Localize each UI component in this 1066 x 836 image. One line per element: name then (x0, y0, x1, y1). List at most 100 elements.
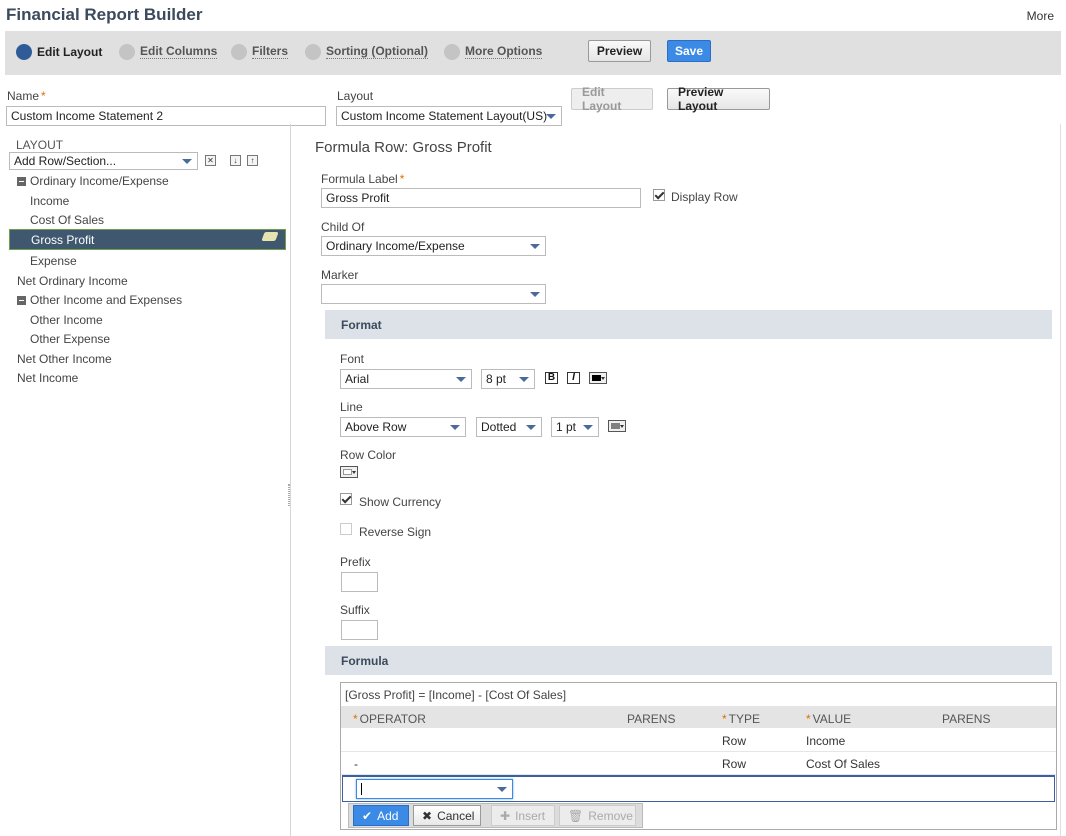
tree-item-expense[interactable]: Expense (30, 254, 77, 268)
row-value: Income (806, 734, 846, 748)
add-button[interactable]: ✔ Add (353, 805, 409, 826)
show-currency-label: Show Currency (359, 495, 442, 509)
marker-select[interactable] (321, 284, 546, 304)
tree-item-other-expense[interactable]: Other Expense (30, 332, 110, 346)
check-icon: ✔ (362, 808, 373, 823)
step-sorting[interactable]: Sorting (Optional) (305, 41, 428, 63)
preview-layout-button[interactable]: Preview Layout (667, 85, 770, 113)
italic-button[interactable]: I (567, 372, 580, 384)
add-row-section-select[interactable]: Add Row/Section... (9, 152, 198, 170)
close-icon: ✖ (422, 808, 433, 823)
tree-item-ordinary-income-expense[interactable]: Ordinary Income/Expense (17, 174, 169, 188)
formula-label-label: Formula Label * (321, 172, 405, 186)
edit-pencil-icon[interactable] (261, 232, 279, 241)
move-up-icon[interactable]: ↑ (247, 155, 258, 166)
step-indicator-icon (16, 44, 32, 60)
child-of-select[interactable]: Ordinary Income/Expense (321, 236, 546, 256)
font-color-swatch (592, 375, 601, 381)
row-value: Cost Of Sales (806, 757, 881, 771)
line-style-select[interactable]: Dotted (476, 417, 542, 437)
preview-button[interactable]: Preview (588, 40, 651, 62)
line-position-select[interactable]: Above Row (340, 417, 466, 437)
step-edit-layout[interactable]: Edit Layout (16, 41, 102, 63)
tree-item-net-income[interactable]: Net Income (17, 371, 78, 385)
prefix-input[interactable] (341, 572, 378, 592)
table-row[interactable]: - Row Cost Of Sales (341, 752, 1056, 775)
tree-item-cost-of-sales[interactable]: Cost Of Sales (30, 213, 104, 227)
chevron-down-icon (530, 292, 540, 297)
delete-row-icon[interactable]: ✕ (205, 155, 216, 166)
collapse-icon[interactable] (17, 296, 26, 305)
format-section-header[interactable]: Format (325, 310, 1052, 339)
show-currency-checkbox[interactable] (340, 493, 352, 505)
chevron-down-icon (182, 159, 192, 164)
formula-section-header[interactable]: Formula (325, 646, 1052, 675)
save-button[interactable]: Save (667, 40, 711, 62)
prefix-label: Prefix (340, 555, 371, 569)
step-edit-columns[interactable]: Edit Columns (119, 41, 218, 63)
bold-button[interactable]: B (545, 372, 558, 384)
tree-item-gross-profit[interactable]: Gross Profit (9, 229, 286, 250)
col-parens-open: PARENS (627, 712, 676, 726)
operator-select[interactable] (356, 779, 513, 799)
step-indicator-icon (231, 44, 247, 60)
line-color-swatch (611, 423, 620, 429)
col-parens-close: PARENS (942, 712, 991, 726)
display-row-checkbox[interactable] (653, 189, 665, 201)
chevron-down-icon (620, 425, 624, 428)
move-down-icon[interactable]: ↓ (230, 155, 241, 166)
panel-splitter[interactable] (288, 484, 290, 506)
step-indicator-icon (119, 44, 135, 60)
line-width-select[interactable]: 1 pt (551, 417, 599, 437)
name-input[interactable]: Custom Income Statement 2 (6, 106, 326, 126)
chevron-down-icon (546, 114, 556, 119)
text-cursor (361, 783, 362, 795)
tree-item-net-other-income[interactable]: Net Other Income (17, 352, 112, 366)
edit-layout-button[interactable]: Edit Layout (571, 85, 653, 113)
collapse-icon[interactable] (17, 177, 26, 186)
row-color-picker[interactable] (340, 466, 358, 478)
row-color-swatch (343, 469, 352, 475)
formula-label-input[interactable]: Gross Profit (321, 188, 641, 208)
more-menu[interactable]: More (1027, 9, 1054, 23)
step-indicator-icon (444, 44, 460, 60)
display-row-label: Display Row (671, 190, 738, 204)
font-size-select[interactable]: 8 pt (481, 369, 535, 389)
reverse-sign-checkbox[interactable] (340, 523, 352, 535)
cancel-button[interactable]: ✖ Cancel (413, 805, 481, 826)
font-label: Font (340, 352, 365, 366)
chevron-down-icon (497, 787, 507, 792)
trash-icon: 🗑 (568, 808, 584, 823)
col-operator: * OPERATOR (353, 712, 426, 726)
tree-item-other-income-and-expenses[interactable]: Other Income and Expenses (17, 293, 182, 307)
chevron-down-icon (450, 425, 460, 430)
step-more-options[interactable]: More Options (444, 41, 543, 63)
layout-select[interactable]: Custom Income Statement Layout(US) (336, 106, 562, 126)
suffix-input[interactable] (341, 620, 378, 640)
line-label: Line (340, 400, 363, 414)
row-type: Row (722, 734, 747, 748)
col-type: * TYPE (722, 712, 761, 726)
layout-label: Layout (337, 89, 374, 103)
marker-label: Marker (321, 268, 359, 282)
tree-item-other-income[interactable]: Other Income (30, 313, 103, 327)
step-filters[interactable]: Filters (231, 41, 289, 63)
tree-item-net-ordinary-income[interactable]: Net Ordinary Income (17, 274, 128, 288)
layout-heading: LAYOUT (16, 138, 64, 152)
row-color-label: Row Color (340, 448, 397, 462)
font-color-picker[interactable] (589, 372, 607, 384)
row-operator: - (354, 757, 358, 771)
tree-item-income[interactable]: Income (30, 194, 69, 208)
font-select[interactable]: Arial (340, 369, 472, 389)
chevron-down-icon (352, 471, 356, 474)
line-color-picker[interactable] (608, 420, 626, 432)
detail-title: Formula Row: Gross Profit (315, 139, 492, 156)
step-indicator-icon (305, 44, 321, 60)
suffix-label: Suffix (340, 603, 370, 617)
insert-button[interactable]: ✚ Insert (491, 805, 555, 826)
col-value: * VALUE (806, 712, 852, 726)
chevron-down-icon (456, 377, 466, 382)
remove-button[interactable]: 🗑 Remove (559, 805, 636, 826)
table-row[interactable]: Row Income (341, 729, 1056, 752)
reverse-sign-label: Reverse Sign (359, 525, 432, 539)
